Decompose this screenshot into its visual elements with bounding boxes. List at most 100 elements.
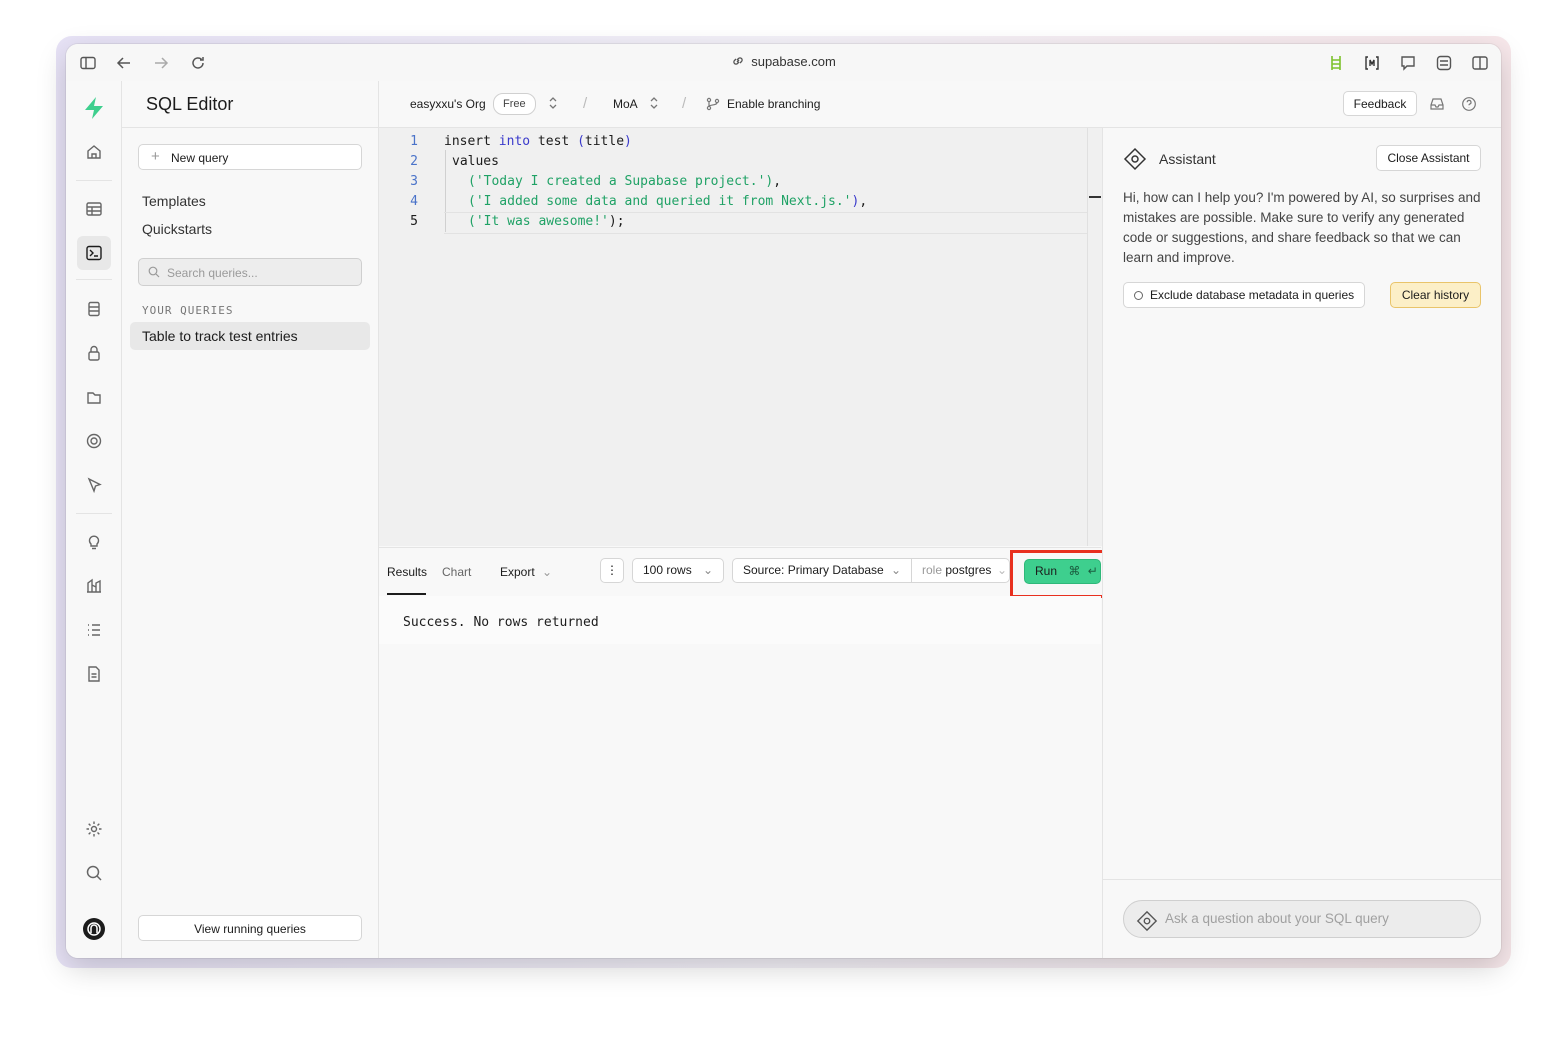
split-view-icon[interactable] (1471, 54, 1489, 72)
advisors-bulb-icon[interactable] (77, 525, 111, 559)
extension-chat-icon[interactable] (1399, 54, 1417, 72)
code-line: 3 ('Today I created a Supabase project.'… (379, 174, 1101, 194)
more-options-button[interactable]: ⋮ (600, 558, 624, 583)
chevron-down-icon: ⌄ (702, 563, 713, 577)
source-value: Source: Primary Database (743, 563, 884, 577)
address-bar[interactable]: supabase.com (66, 54, 1501, 69)
enable-branching-link[interactable]: Enable branching (727, 97, 820, 111)
supabase-logo-icon[interactable] (77, 91, 111, 125)
assistant-diamond-icon (1136, 910, 1158, 932)
code-text: ('Today I created a Supabase project.'), (468, 174, 782, 189)
line-number: 1 (410, 134, 418, 149)
exclude-label: Exclude database metadata in queries (1150, 288, 1355, 302)
chevron-updown-icon[interactable] (649, 95, 659, 111)
extension-sliders-icon[interactable] (1435, 54, 1453, 72)
search-icon[interactable] (77, 856, 111, 890)
row-limit-value: 100 rows (643, 563, 692, 577)
line-number: 2 (410, 154, 418, 169)
export-label: Export (500, 565, 535, 579)
help-icon[interactable] (1461, 96, 1477, 112)
search-queries-input[interactable]: Search queries... (138, 258, 362, 286)
home-icon[interactable] (77, 135, 111, 169)
line-number: 3 (410, 174, 418, 189)
settings-gear-icon[interactable] (77, 812, 111, 846)
url-text: supabase.com (751, 54, 836, 69)
code-text: values (452, 154, 499, 169)
breadcrumb-separator: / (682, 95, 687, 112)
export-dropdown[interactable]: Export ⌄ (500, 565, 552, 579)
link-icon (733, 57, 743, 65)
org-name[interactable]: easyxxu's Org (410, 97, 486, 111)
chevron-updown-icon[interactable] (548, 95, 558, 111)
chevron-down-icon: ⌄ (996, 563, 1007, 577)
rail-divider (76, 513, 112, 514)
tab-results[interactable]: Results (387, 565, 427, 579)
storage-icon[interactable] (77, 380, 111, 414)
reports-chart-icon[interactable] (77, 569, 111, 603)
results-message: Success. No rows returned (379, 596, 1101, 644)
extension-ladder-icon[interactable] (1327, 54, 1345, 72)
browser-toolbar: supabase.com (66, 44, 1501, 82)
logs-list-icon[interactable] (77, 613, 111, 647)
code-text: ('It was awesome!'); (468, 214, 625, 229)
line-number: 5 (410, 214, 418, 229)
role-label: role (922, 563, 943, 577)
close-assistant-button[interactable]: Close Assistant (1376, 145, 1481, 171)
realtime-icon[interactable] (77, 424, 111, 458)
run-button-highlight (1010, 550, 1116, 598)
table-editor-icon[interactable] (77, 192, 111, 226)
rail-divider (76, 180, 112, 181)
main-panel: easyxxu's Org Free / MoA / Enable branch… (379, 81, 1501, 958)
quickstarts-link[interactable]: Quickstarts (142, 221, 212, 237)
edge-functions-icon[interactable] (77, 468, 111, 502)
search-icon (148, 266, 160, 278)
role-value: postgres (945, 563, 992, 577)
extension-bracket-icon[interactable] (1363, 54, 1381, 72)
sidebar-title: SQL Editor (146, 94, 234, 114)
role-select[interactable]: role postgres ⌄ (912, 558, 1010, 583)
ask-placeholder: Ask a question about your SQL query (1165, 911, 1389, 926)
query-list-item[interactable]: Table to track test entries (130, 322, 370, 350)
database-icon[interactable] (77, 292, 111, 326)
sql-editor-icon[interactable] (77, 236, 111, 270)
editor-scrollbar[interactable] (1087, 128, 1102, 546)
vertical-dots-icon: ⋮ (606, 563, 618, 577)
clear-history-button[interactable]: Clear history (1390, 282, 1481, 308)
sql-code-editor[interactable]: 1 insert into test (title) 2 values 3 ('… (379, 128, 1102, 546)
plus-icon: + (151, 148, 160, 165)
new-query-label: New query (171, 151, 229, 165)
code-line: 5 ('It was awesome!'); (379, 214, 1101, 234)
new-query-button[interactable]: + New query (138, 144, 362, 170)
scrollbar-marker (1089, 196, 1101, 198)
rail-divider (76, 279, 112, 280)
browser-window: supabase.com SQL Editor + New query Temp… (66, 44, 1501, 958)
project-name[interactable]: MoA (613, 97, 638, 111)
inbox-icon[interactable] (1429, 96, 1445, 112)
code-line: 1 insert into test (title) (379, 134, 1101, 154)
active-tab-indicator (387, 593, 426, 595)
ask-question-input[interactable]: Ask a question about your SQL query (1123, 900, 1481, 938)
assistant-diamond-icon (1123, 147, 1147, 171)
chevron-down-icon: ⌄ (890, 563, 901, 577)
git-branch-icon (706, 97, 720, 111)
source-select[interactable]: Source: Primary Database ⌄ (732, 558, 912, 583)
tab-chart[interactable]: Chart (442, 565, 471, 579)
user-avatar-icon[interactable] (77, 912, 111, 946)
plan-badge: Free (493, 93, 536, 115)
breadcrumb-separator: / (583, 95, 588, 112)
results-panel (379, 644, 1101, 958)
assistant-panel: Assistant Close Assistant Hi, how can I … (1102, 128, 1501, 958)
assistant-footer-divider (1103, 879, 1501, 880)
row-limit-select[interactable]: 100 rows ⌄ (632, 558, 724, 583)
sidebar-divider (122, 127, 378, 128)
chevron-down-icon: ⌄ (542, 565, 553, 579)
auth-lock-icon[interactable] (77, 336, 111, 370)
assistant-intro-text: Hi, how can I help you? I'm powered by A… (1123, 190, 1481, 265)
your-queries-heading: YOUR QUERIES (142, 304, 234, 317)
feedback-button[interactable]: Feedback (1343, 91, 1417, 116)
view-running-queries-button[interactable]: View running queries (138, 915, 362, 941)
api-docs-icon[interactable] (77, 657, 111, 691)
templates-link[interactable]: Templates (142, 193, 206, 209)
project-topbar: easyxxu's Org Free / MoA / Enable branch… (379, 81, 1501, 128)
exclude-metadata-toggle[interactable]: Exclude database metadata in queries (1123, 282, 1365, 308)
